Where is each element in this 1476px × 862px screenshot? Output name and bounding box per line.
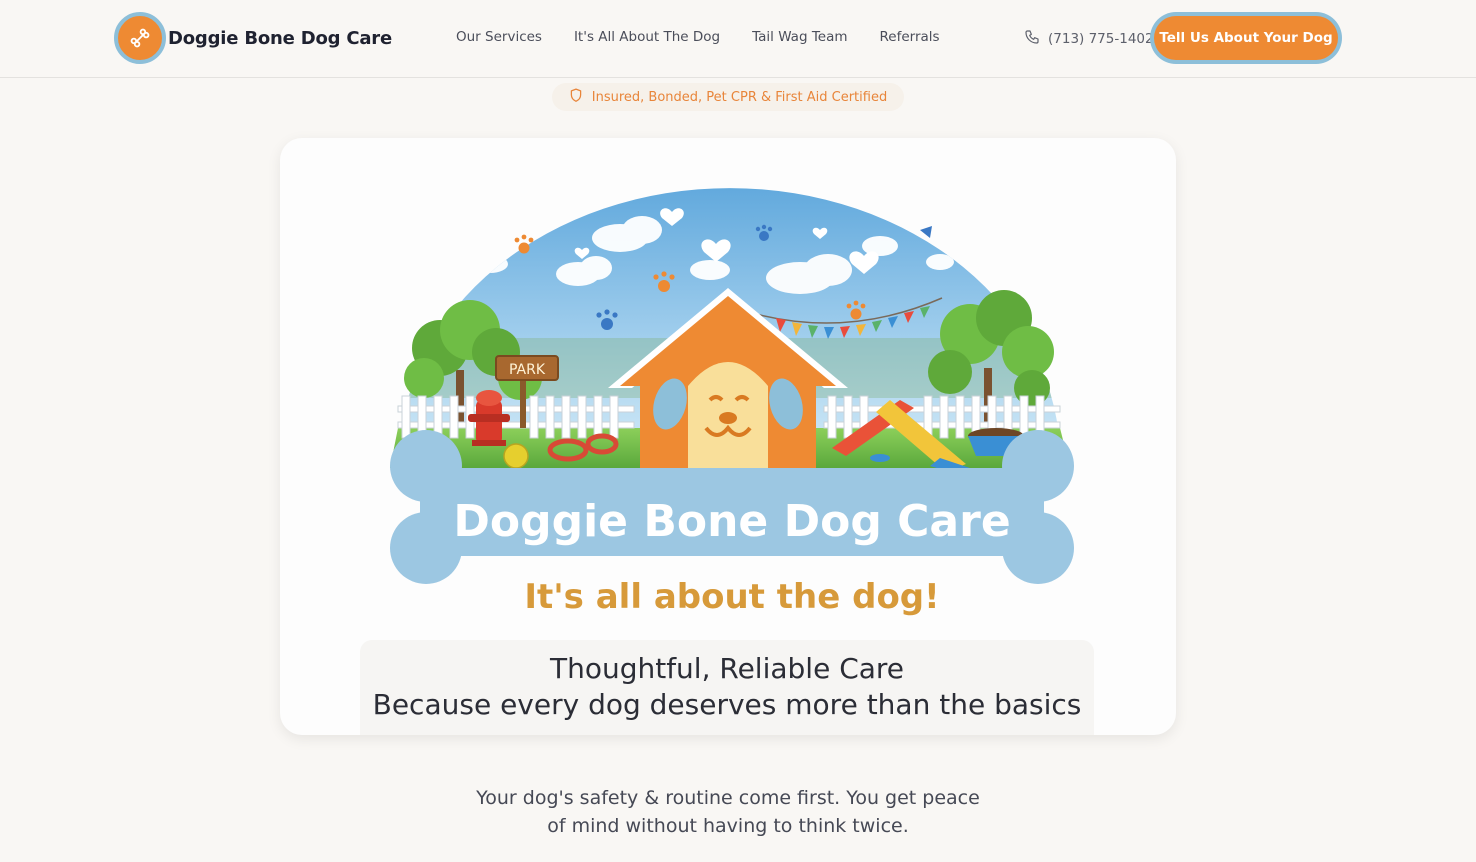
certification-badge: Insured, Bonded, Pet CPR & First Aid Cer…	[552, 83, 904, 111]
hero-card: PARK Doggie Bone Dog Care It's all about…	[280, 138, 1176, 735]
intro-text: Your dog's safety & routine come first. …	[476, 787, 980, 837]
hero-headline: Thoughtful, Reliable Care	[549, 652, 905, 685]
hero-subheadline: Because every dog deserves more than the…	[372, 688, 1082, 721]
shield-icon	[569, 88, 583, 107]
phone-link[interactable]: (713) 775-1402	[1024, 29, 1154, 49]
logo-title: Doggie Bone Dog Care	[453, 496, 1010, 547]
main-nav: Our Services It's All About The Dog Tail…	[456, 29, 972, 45]
tell-us-button[interactable]: Tell Us About Your Dog	[1150, 12, 1342, 64]
site-header: Doggie Bone Dog Care Our Services It's A…	[0, 0, 1476, 78]
brand[interactable]: Doggie Bone Dog Care	[114, 12, 392, 64]
phone-number[interactable]: (713) 775-1402	[1048, 31, 1154, 47]
brand-name[interactable]: Doggie Bone Dog Care	[168, 28, 392, 49]
bone-icon[interactable]	[114, 12, 166, 64]
hero-caption: Thoughtful, Reliable Care Because every …	[360, 640, 1094, 735]
park-sign-text: PARK	[509, 362, 546, 378]
nav-our-services[interactable]: Our Services	[456, 29, 542, 45]
badge-text: Insured, Bonded, Pet CPR & First Aid Cer…	[591, 89, 888, 105]
nav-tail-wag-team[interactable]: Tail Wag Team	[752, 29, 847, 45]
tell-us-button-label[interactable]: Tell Us About Your Dog	[1154, 16, 1338, 60]
tennis-ball	[503, 443, 529, 469]
nav-referrals[interactable]: Referrals	[880, 29, 940, 45]
nav-about-the-dog[interactable]: It's All About The Dog	[574, 29, 720, 45]
logo-tagline: It's all about the dog!	[524, 577, 939, 617]
phone-icon	[1024, 29, 1040, 49]
